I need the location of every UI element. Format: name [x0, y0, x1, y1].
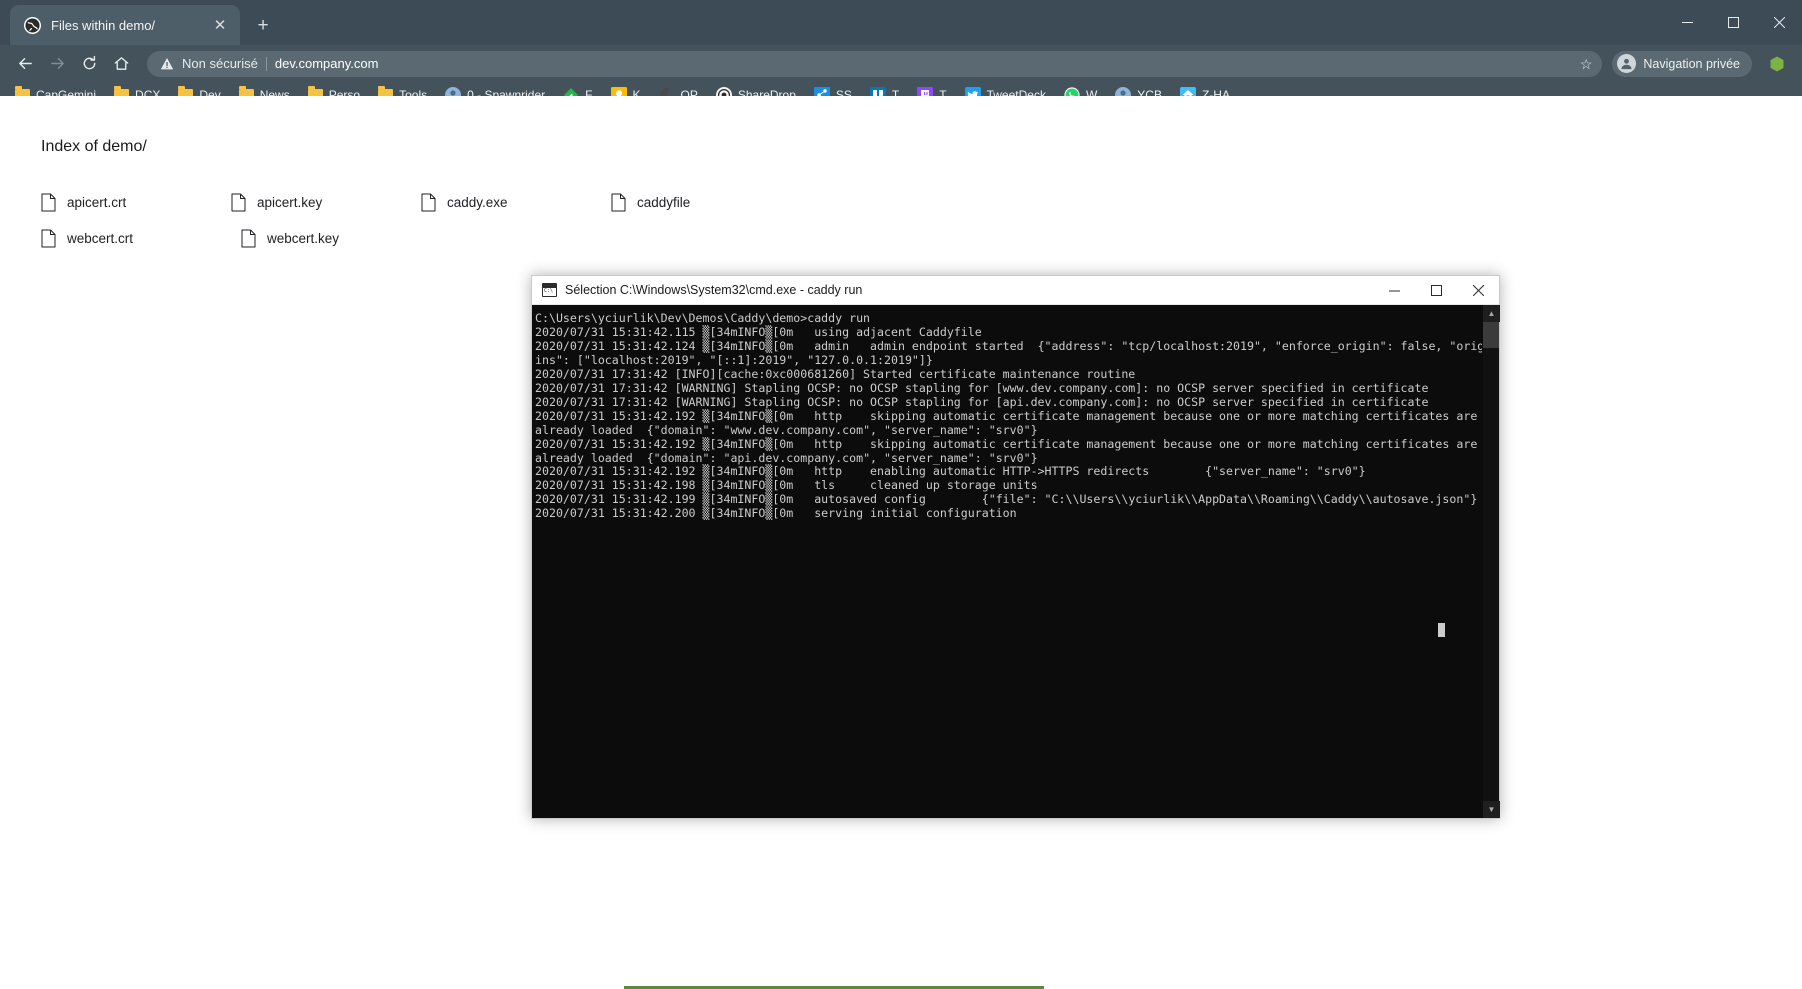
- scrollbar-track[interactable]: [1483, 322, 1499, 801]
- console-scrollbar[interactable]: ▲ ▼: [1482, 305, 1500, 818]
- file-name: webcert.crt: [67, 230, 134, 246]
- file-icon: [41, 193, 56, 211]
- address-bar[interactable]: Non sécurisé dev.company.com ☆: [147, 50, 1603, 77]
- file-name: apicert.crt: [67, 194, 127, 210]
- minimize-icon[interactable]: [1373, 276, 1415, 305]
- text-cursor: [1438, 623, 1445, 637]
- minimize-icon[interactable]: [1664, 0, 1710, 45]
- not-secure-warning-icon: [160, 57, 174, 71]
- file-name: caddyfile: [637, 194, 691, 210]
- incognito-avatar-icon: [1617, 54, 1637, 73]
- maximize-icon[interactable]: [1415, 276, 1457, 305]
- incognito-label: Navigation privée: [1643, 56, 1740, 71]
- forward-arrow-icon[interactable]: [42, 49, 72, 79]
- new-tab-button[interactable]: +: [248, 11, 278, 41]
- file-icon: [421, 193, 436, 211]
- scrollbar-thumb[interactable]: [1483, 322, 1499, 348]
- tab-strip: Files within demo/ ✕ +: [0, 0, 1802, 45]
- console-body[interactable]: C:\Users\yciurlik\Dev\Demos\Caddy\demo>c…: [532, 305, 1500, 818]
- file-name: apicert.key: [257, 194, 323, 210]
- file-link[interactable]: caddy.exe: [421, 184, 611, 220]
- console-title: Sélection C:\Windows\System32\cmd.exe - …: [565, 283, 863, 297]
- close-icon[interactable]: [1457, 276, 1499, 305]
- security-status-label: Non sécurisé: [182, 56, 258, 71]
- extensions-icon[interactable]: [1762, 49, 1792, 79]
- browser-toolbar: Non sécurisé dev.company.com ☆ Navigatio…: [0, 45, 1802, 82]
- file-listing: apicert.crt apicert.key caddy.exe caddyf…: [41, 184, 801, 256]
- file-icon: [241, 229, 256, 247]
- file-icon: [611, 193, 626, 211]
- file-icon: [41, 229, 56, 247]
- file-link[interactable]: webcert.key: [241, 220, 441, 256]
- close-icon[interactable]: [1756, 0, 1802, 45]
- reload-icon[interactable]: [74, 49, 104, 79]
- console-output: C:\Users\yciurlik\Dev\Demos\Caddy\demo>c…: [535, 311, 1482, 521]
- console-window-controls: [1373, 276, 1499, 305]
- home-icon[interactable]: [106, 49, 136, 79]
- tab-close-icon[interactable]: ✕: [210, 15, 230, 35]
- file-link[interactable]: apicert.crt: [41, 184, 231, 220]
- incognito-indicator[interactable]: Navigation privée: [1612, 50, 1752, 77]
- file-row: webcert.crt webcert.key: [41, 220, 801, 256]
- omnibox-divider: [265, 56, 267, 71]
- scroll-up-icon[interactable]: ▲: [1483, 305, 1500, 322]
- console-title-bar[interactable]: Sélection C:\Windows\System32\cmd.exe - …: [532, 276, 1499, 305]
- file-link[interactable]: caddyfile: [611, 184, 801, 220]
- window-controls: [1664, 0, 1802, 45]
- browser-tab[interactable]: Files within demo/ ✕: [10, 5, 240, 45]
- scroll-down-icon[interactable]: ▼: [1483, 801, 1500, 818]
- file-name: webcert.key: [267, 230, 340, 246]
- file-name: caddy.exe: [447, 194, 508, 210]
- console-window[interactable]: Sélection C:\Windows\System32\cmd.exe - …: [531, 275, 1500, 819]
- file-icon: [231, 193, 246, 211]
- url-text: dev.company.com: [274, 56, 379, 71]
- browser-window: Files within demo/ ✕ + Non sécurisé dev.…: [0, 0, 1802, 989]
- bookmark-star-icon[interactable]: ☆: [1580, 57, 1593, 71]
- page-title: Index of demo/: [41, 138, 147, 155]
- file-link[interactable]: webcert.crt: [41, 220, 241, 256]
- tab-title: Files within demo/: [51, 17, 156, 33]
- cmd-icon: [542, 283, 557, 297]
- maximize-icon[interactable]: [1710, 0, 1756, 45]
- globe-icon: [24, 16, 41, 34]
- file-link[interactable]: apicert.key: [231, 184, 421, 220]
- file-row: apicert.crt apicert.key caddy.exe caddyf…: [41, 184, 801, 220]
- back-arrow-icon[interactable]: [10, 49, 40, 79]
